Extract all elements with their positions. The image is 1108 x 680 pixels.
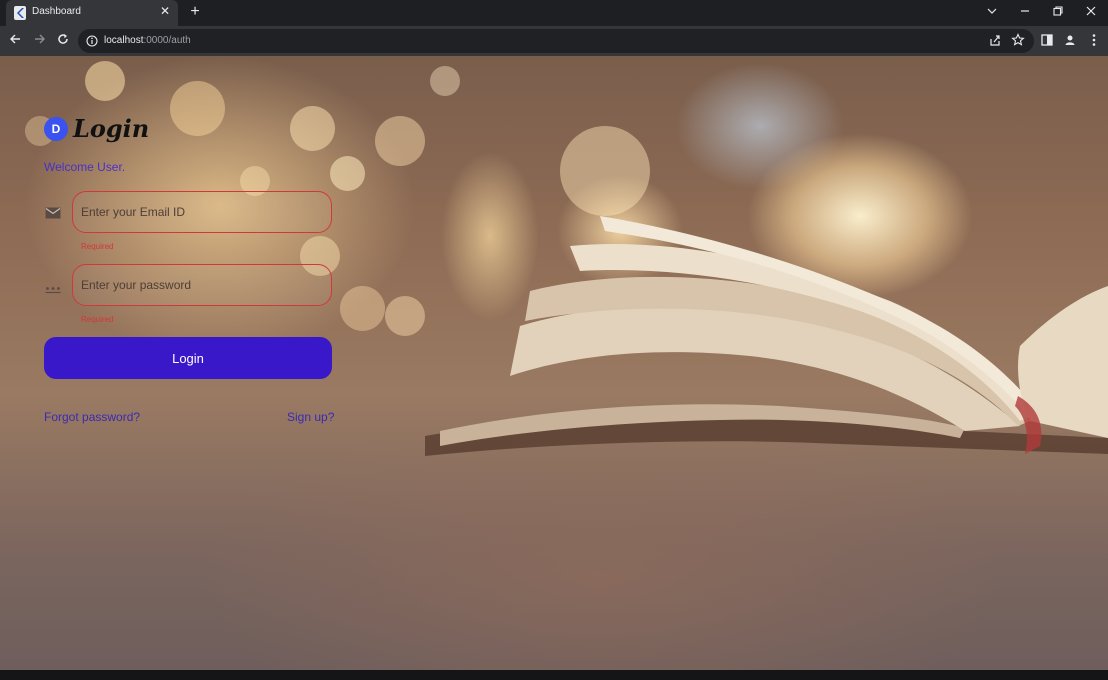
tab-title: Dashboard bbox=[32, 6, 81, 17]
bottom-edge bbox=[0, 670, 1108, 680]
sign-up-link[interactable]: Sign up? bbox=[287, 410, 334, 424]
reload-icon[interactable] bbox=[55, 33, 71, 49]
email-error-text: Required bbox=[81, 242, 114, 251]
background-bokeh bbox=[430, 66, 460, 96]
minimize-icon[interactable] bbox=[1015, 3, 1035, 21]
flutter-icon bbox=[14, 6, 26, 25]
mail-icon bbox=[45, 206, 61, 224]
browser-tab-strip: Dashboard ✕ + bbox=[0, 0, 1108, 26]
welcome-text: Welcome User. bbox=[44, 160, 126, 174]
browser-toolbar: localhost:0000/auth bbox=[0, 26, 1108, 56]
back-arrow-icon[interactable] bbox=[7, 33, 23, 49]
restore-icon[interactable] bbox=[1048, 3, 1068, 21]
forgot-password-link[interactable]: Forgot password? bbox=[44, 410, 140, 424]
info-icon[interactable] bbox=[86, 34, 98, 52]
browser-tab[interactable]: Dashboard ✕ bbox=[6, 0, 178, 26]
plus-icon[interactable]: + bbox=[186, 3, 204, 21]
url-host: localhost bbox=[104, 35, 144, 46]
profile-icon[interactable] bbox=[1063, 33, 1077, 52]
kebab-menu-icon[interactable] bbox=[1087, 33, 1101, 52]
background-bokeh bbox=[85, 61, 125, 101]
address-bar[interactable]: localhost:0000/auth bbox=[78, 29, 1034, 53]
url-path: :0000/auth bbox=[143, 35, 191, 46]
brand-logo-icon: D bbox=[44, 117, 68, 141]
close-icon[interactable]: ✕ bbox=[158, 4, 172, 18]
close-icon[interactable] bbox=[1081, 3, 1101, 21]
forward-arrow-icon[interactable] bbox=[32, 33, 48, 49]
page-title: Login bbox=[73, 114, 150, 143]
password-dots-icon bbox=[45, 281, 61, 299]
password-input[interactable] bbox=[81, 265, 321, 305]
background-bokeh bbox=[560, 126, 650, 216]
page-viewport: D Login Welcome User. Required Required … bbox=[0, 56, 1108, 670]
background-bokeh bbox=[290, 106, 335, 151]
share-icon[interactable] bbox=[988, 33, 1002, 52]
bookmark-star-icon[interactable] bbox=[1011, 33, 1025, 52]
chevron-down-icon[interactable] bbox=[982, 3, 1002, 21]
login-button[interactable]: Login bbox=[44, 337, 332, 379]
url-text[interactable]: localhost:0000/auth bbox=[104, 35, 191, 46]
background-bokeh bbox=[375, 116, 425, 166]
email-input[interactable] bbox=[81, 192, 321, 232]
background-bokeh bbox=[385, 296, 425, 336]
background-bokeh bbox=[340, 286, 385, 331]
open-book-image bbox=[425, 216, 1108, 456]
background-bokeh bbox=[330, 156, 365, 191]
email-field[interactable] bbox=[72, 191, 332, 233]
password-field[interactable] bbox=[72, 264, 332, 306]
side-panel-icon[interactable] bbox=[1040, 33, 1054, 52]
background-bokeh bbox=[170, 81, 225, 136]
password-error-text: Required bbox=[81, 315, 114, 324]
